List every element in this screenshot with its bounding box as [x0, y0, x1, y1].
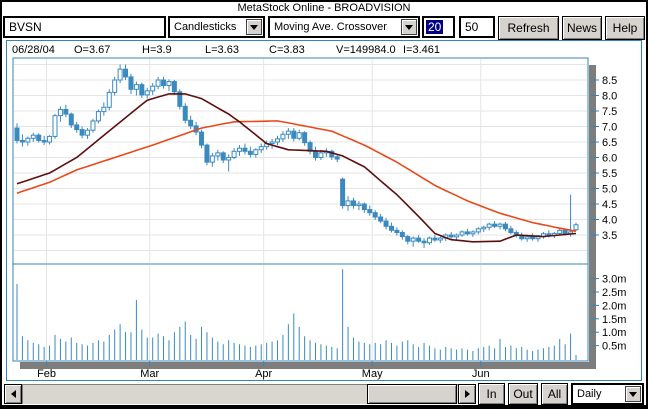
indicator-value: Moving Ave. Crossover	[274, 21, 387, 33]
zoom-out-button[interactable]: Out	[508, 383, 538, 405]
svg-text:Feb: Feb	[37, 368, 56, 380]
panel-shadow-bottom	[20, 362, 589, 369]
help-button[interactable]: Help	[605, 16, 645, 40]
status-close: C=3.83	[269, 44, 305, 56]
svg-text:Jun: Jun	[472, 368, 490, 380]
refresh-button[interactable]: Refresh	[498, 16, 559, 40]
ma-fast-value: 20	[426, 20, 444, 34]
svg-text:3.5: 3.5	[602, 230, 617, 242]
svg-text:5.5: 5.5	[602, 168, 617, 180]
ma-slow-input[interactable]: 50	[459, 16, 495, 38]
status-high: H=3.9	[142, 44, 172, 56]
svg-text:6.0: 6.0	[602, 153, 617, 165]
chart-type-value: Candlesticks	[174, 21, 237, 33]
svg-text:8.0: 8.0	[602, 91, 617, 103]
price-volume-chart[interactable]: 8.5 8.0 7.5 7.0 6.5 6.0 5.5 5.0 4.5 4.0 3.5 3.0m2.5…	[0, 0, 648, 409]
status-volume: V=149984.0	[336, 44, 396, 56]
svg-text:5.0: 5.0	[602, 184, 617, 196]
scroll-left-button[interactable]	[4, 384, 22, 404]
svg-text:2.5m: 2.5m	[602, 287, 626, 299]
window-title: MetaStock Online - BROADVISION	[237, 2, 411, 14]
chart-type-dropdown-button[interactable]	[246, 19, 262, 35]
scrollbar-thumb[interactable]	[367, 384, 457, 404]
svg-text:4.5: 4.5	[602, 199, 617, 211]
arrow-left-icon	[7, 390, 16, 398]
svg-text:6.5: 6.5	[602, 137, 617, 149]
svg-text:7.5: 7.5	[602, 106, 617, 118]
chart-type-select[interactable]: Candlesticks	[168, 16, 265, 38]
ma-slow-value: 50	[465, 20, 479, 34]
svg-text:8.5: 8.5	[602, 75, 617, 87]
arrow-right-icon	[464, 390, 474, 398]
ma-fast-input[interactable]: 20	[422, 16, 455, 38]
price-pane	[12, 57, 589, 265]
svg-text:1.0m: 1.0m	[602, 327, 626, 339]
chevron-down-icon	[629, 392, 637, 401]
svg-text:3.0m: 3.0m	[602, 274, 626, 286]
svg-text:4.0: 4.0	[602, 215, 617, 227]
symbol-input[interactable]	[3, 16, 166, 38]
indicator-select[interactable]: Moving Ave. Crossover	[268, 16, 420, 38]
volume-axis: 3.0m2.5m2.0m 1.5m1.0m 0.5m	[591, 274, 626, 353]
period-dropdown-button[interactable]	[625, 386, 641, 402]
status-date: 06/28/04	[12, 44, 55, 56]
svg-text:0.5m: 0.5m	[602, 341, 626, 353]
status-open: O=3.67	[74, 44, 111, 56]
status-low: L=3.63	[205, 44, 239, 56]
period-value: Daily	[577, 388, 602, 400]
zoom-all-button[interactable]: All	[541, 383, 568, 405]
svg-text:Apr: Apr	[255, 368, 272, 380]
status-indicator: I=3.461	[403, 44, 441, 56]
svg-text:1.5m: 1.5m	[602, 314, 626, 326]
volume-pane	[12, 263, 589, 362]
indicator-dropdown-button[interactable]	[401, 19, 417, 35]
zoom-in-button[interactable]: In	[478, 383, 505, 405]
chevron-down-icon	[405, 25, 413, 34]
svg-text:2.0m: 2.0m	[602, 300, 626, 312]
scroll-right-button[interactable]	[458, 384, 476, 404]
svg-text:May: May	[362, 368, 383, 380]
period-select[interactable]: Daily	[571, 383, 644, 405]
chevron-down-icon	[250, 25, 258, 34]
svg-text:7.0: 7.0	[602, 122, 617, 134]
news-button[interactable]: News	[562, 16, 602, 40]
svg-text:Mar: Mar	[140, 368, 159, 380]
